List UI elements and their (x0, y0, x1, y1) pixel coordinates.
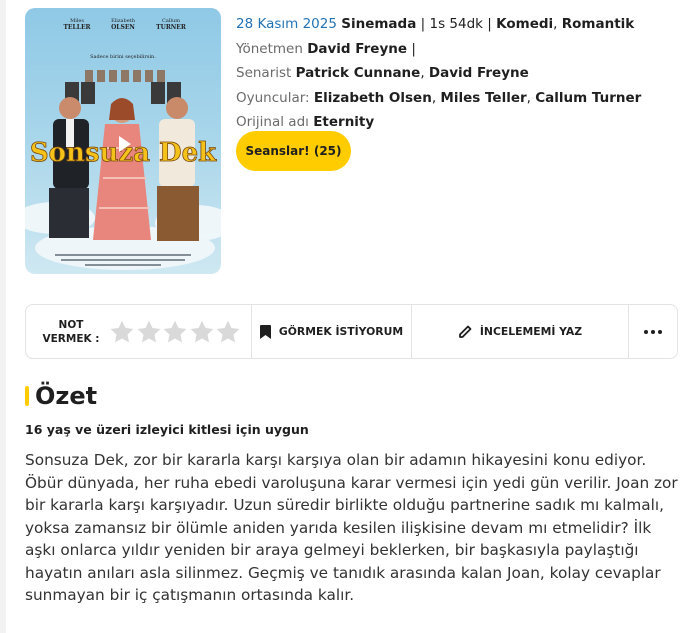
meta-row-release: 28 Kasım 2025 Sinemada | 1s 54dk | Komed… (236, 16, 635, 32)
writers-label: Senarist (236, 65, 292, 81)
writer-link[interactable]: Patrick Cunnane (296, 65, 421, 81)
release-date: 28 Kasım 2025 (236, 16, 337, 32)
more-dots-icon (644, 329, 662, 334)
original-title: Eternity (313, 114, 375, 130)
cast-link[interactable]: Miles Teller (440, 90, 526, 106)
pencil-icon (458, 325, 472, 338)
star-icon[interactable] (215, 319, 241, 345)
star-icon[interactable] (189, 319, 215, 345)
sessions-button[interactable]: Seanslar! (25) (236, 131, 351, 171)
svg-text:TURNER: TURNER (156, 24, 187, 31)
watchlist-button[interactable]: GÖRMEK İSTİYORUM (252, 305, 412, 358)
rating-cell: NOT VERMEK : (26, 305, 252, 358)
svg-text:OLSEN: OLSEN (111, 24, 135, 31)
rate-label: NOT VERMEK : (42, 318, 100, 345)
star-icon[interactable] (162, 319, 188, 345)
genre-link-romance[interactable]: Romantik (562, 16, 635, 32)
movie-meta: 28 Kasım 2025 Sinemada | 1s 54dk | Komed… (236, 12, 676, 135)
summary-title: Özet (35, 382, 98, 410)
meta-row-writers: Senarist Patrick Cunnane, David Freyne (236, 65, 529, 81)
svg-text:TELLER: TELLER (63, 24, 91, 31)
cast-label: Oyuncular: (236, 89, 310, 106)
synopsis-text: Sonsuza Dek, zor bir kararla karşı karşı… (25, 451, 678, 604)
release-status: Sinemada (341, 16, 417, 32)
director-link[interactable]: David Freyne (307, 41, 407, 57)
summary-heading: Özet (25, 382, 97, 410)
meta-row-cast: Oyuncular: Elizabeth Olsen, Miles Teller… (236, 89, 642, 106)
movie-poster[interactable]: Miles TELLER Elizabeth OLSEN Callum TURN… (25, 8, 221, 274)
action-bar: NOT VERMEK : GÖRMEK İSTİYORUM İNCELEMEMİ… (25, 304, 678, 359)
write-review-label: İNCELEMEMİ YAZ (479, 325, 583, 338)
more-options-button[interactable] (629, 305, 677, 358)
duration: 1s 54dk (429, 16, 483, 32)
original-title-label: Orijinal adı (236, 114, 309, 130)
age-rating-note: 16 yaş ve üzeri izleyici kitlesi için uy… (25, 422, 309, 437)
star-icon[interactable] (136, 319, 162, 345)
watchlist-label: GÖRMEK İSTİYORUM (278, 325, 404, 338)
star-icon[interactable] (109, 319, 135, 345)
svg-text:Sadece birini seçebilirsin.: Sadece birini seçebilirsin. (90, 54, 156, 60)
heading-accent-bar (25, 386, 29, 406)
cast-link[interactable]: Callum Turner (535, 90, 641, 106)
genre-link-comedy[interactable]: Komedi (496, 16, 553, 32)
bookmark-icon (259, 324, 271, 339)
star-rating (109, 319, 242, 345)
write-review-button[interactable]: İNCELEMEMİ YAZ (412, 305, 629, 358)
left-rail (0, 0, 6, 633)
director-label: Yönetmen (236, 40, 303, 57)
writer-link[interactable]: David Freyne (429, 65, 529, 81)
meta-row-director: Yönetmen David Freyne | (236, 40, 416, 57)
cast-link[interactable]: Elizabeth Olsen (314, 90, 432, 106)
